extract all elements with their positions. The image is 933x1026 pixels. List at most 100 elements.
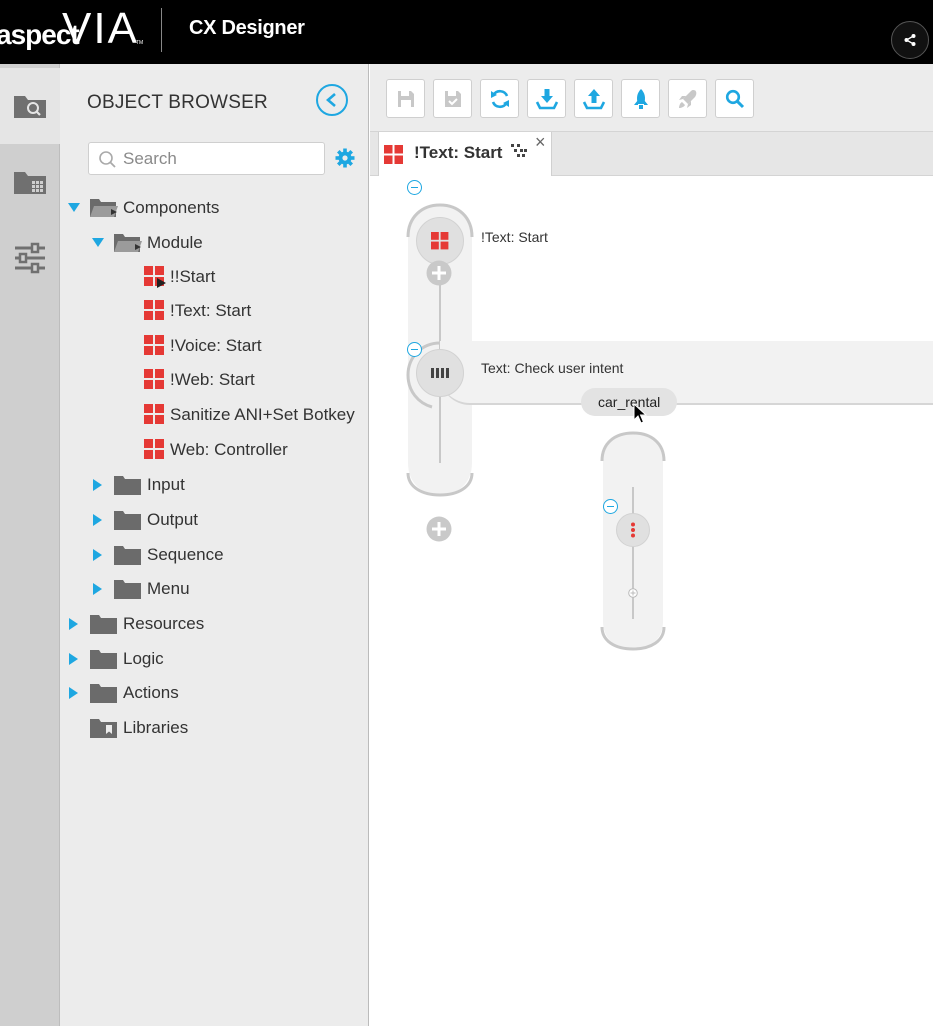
library-folder-icon	[89, 717, 119, 739]
tree-item-label: !!Start	[170, 267, 216, 286]
flow-canvas[interactable]: !Text: Start Text: Check user intent car…	[370, 177, 933, 1026]
expand-arrow-right-icon[interactable]	[67, 652, 81, 666]
tree-item-label: !Voice: Start	[170, 336, 262, 355]
save-button[interactable]	[386, 79, 425, 118]
collapse-panel-button[interactable]	[316, 84, 348, 116]
collapse-node-button[interactable]	[407, 180, 422, 195]
rail-modules[interactable]	[0, 144, 60, 220]
folder-icon	[113, 578, 143, 600]
node-text-start[interactable]	[416, 217, 464, 265]
expand-arrow-right-icon[interactable]	[67, 686, 81, 700]
plus-circle-icon	[426, 260, 452, 286]
node-check-user-intent[interactable]	[416, 349, 464, 397]
deploy-icon	[633, 88, 648, 109]
share-button[interactable]	[891, 21, 929, 59]
tab-close-button[interactable]: ×	[535, 132, 546, 153]
folder-icon	[89, 613, 119, 635]
module-icon	[384, 145, 403, 164]
collapse-node-button[interactable]	[407, 342, 422, 357]
module-icon	[144, 335, 166, 357]
rail-settings[interactable]	[0, 220, 60, 296]
folder-icon	[89, 648, 119, 670]
tree-item-logic[interactable]: Logic	[67, 644, 164, 674]
find-button[interactable]	[715, 79, 754, 118]
node-label: Text: Check user intent	[481, 360, 624, 376]
refresh-button[interactable]	[480, 79, 519, 118]
tree-item-web-controller[interactable]: Web: Controller	[144, 435, 288, 465]
toolbar	[370, 64, 933, 132]
tree-item-label: Resources	[123, 614, 205, 633]
header-divider	[161, 8, 162, 52]
search-settings-button[interactable]	[335, 148, 355, 173]
gear-icon	[335, 148, 355, 168]
logo-tm: TM	[136, 40, 144, 46]
tree-item-libraries[interactable]: Libraries	[89, 713, 188, 743]
tree-item-input[interactable]: Input	[91, 470, 185, 500]
module-start-icon	[144, 266, 166, 288]
left-rail	[0, 64, 60, 1026]
publish-button[interactable]	[668, 79, 707, 118]
add-step-button[interactable]	[426, 260, 452, 286]
branch-label-text: car_rental	[598, 394, 661, 410]
mouse-cursor-icon	[633, 403, 647, 424]
save-as-icon	[444, 90, 461, 107]
tree-item-actions[interactable]: Actions	[67, 678, 179, 708]
tree-item-menu[interactable]: Menu	[91, 574, 190, 604]
branch-node[interactable]	[616, 513, 650, 547]
sliders-icon	[15, 242, 45, 274]
tree-item-label: Menu	[147, 579, 190, 598]
tree-item-output[interactable]: Output	[91, 505, 198, 535]
folder-open-icon	[113, 232, 143, 254]
folder-icon	[89, 682, 119, 704]
app-title: CX Designer	[189, 17, 305, 39]
more-vertical-icon	[631, 522, 635, 538]
plus-circle-icon	[426, 516, 452, 542]
expand-arrow-down-icon[interactable]	[91, 236, 105, 250]
expand-arrow-right-icon[interactable]	[67, 617, 81, 631]
search-input[interactable]	[123, 148, 318, 170]
folder-icon	[113, 544, 143, 566]
save-as-button[interactable]	[433, 79, 472, 118]
tree-item-components[interactable]: Components	[67, 193, 219, 223]
deploy-button[interactable]	[621, 79, 660, 118]
export-icon	[582, 88, 605, 109]
tree-item-text-start[interactable]: !Text: Start	[144, 296, 251, 326]
expand-arrow-right-icon[interactable]	[91, 478, 105, 492]
tree-item-web-start[interactable]: !Web: Start	[144, 365, 255, 395]
refresh-icon	[490, 89, 509, 108]
small-add-icon[interactable]	[628, 588, 638, 598]
tree-item-label: Actions	[123, 683, 179, 702]
tree-item-start[interactable]: !!Start	[144, 262, 215, 292]
tree-item-module[interactable]: Module	[91, 228, 203, 258]
module-icon	[144, 369, 166, 391]
rocket-icon	[678, 89, 696, 108]
tree-item-resources[interactable]: Resources	[67, 609, 204, 639]
branch-label-car-rental[interactable]: car_rental	[581, 388, 678, 416]
folder-open-icon	[89, 197, 119, 219]
object-browser-panel: OBJECT BROWSER Components	[60, 64, 369, 1026]
module-icon	[144, 439, 166, 461]
export-button[interactable]	[574, 79, 613, 118]
logo-via: VIA	[62, 4, 139, 53]
search-icon	[725, 89, 744, 108]
tree-item-voice-start[interactable]: !Voice: Start	[144, 331, 262, 361]
collapse-branch-button[interactable]	[603, 499, 618, 514]
tree-item-label: !Web: Start	[170, 370, 255, 389]
tree-item-label: Module	[147, 233, 203, 252]
tab-text-start[interactable]: !Text: Start ×	[378, 132, 552, 176]
expand-arrow-down-icon[interactable]	[67, 201, 81, 215]
node-label: !Text: Start	[481, 229, 548, 245]
import-button[interactable]	[527, 79, 566, 118]
flow-structure-icon	[511, 144, 527, 157]
module-icon	[144, 300, 166, 322]
expand-arrow-right-icon[interactable]	[91, 582, 105, 596]
expand-arrow-right-icon[interactable]	[91, 513, 105, 527]
rail-object-browser[interactable]	[0, 68, 60, 144]
tree-item-sequence[interactable]: Sequence	[91, 540, 224, 570]
expand-arrow-right-icon[interactable]	[91, 548, 105, 562]
chevron-left-icon	[326, 93, 336, 107]
add-step-button[interactable]	[426, 516, 452, 542]
tree-item-sanitize-ani[interactable]: Sanitize ANI+Set Botkey	[144, 400, 355, 430]
panel-title: OBJECT BROWSER	[87, 92, 268, 113]
folder-grid-icon	[14, 172, 46, 194]
